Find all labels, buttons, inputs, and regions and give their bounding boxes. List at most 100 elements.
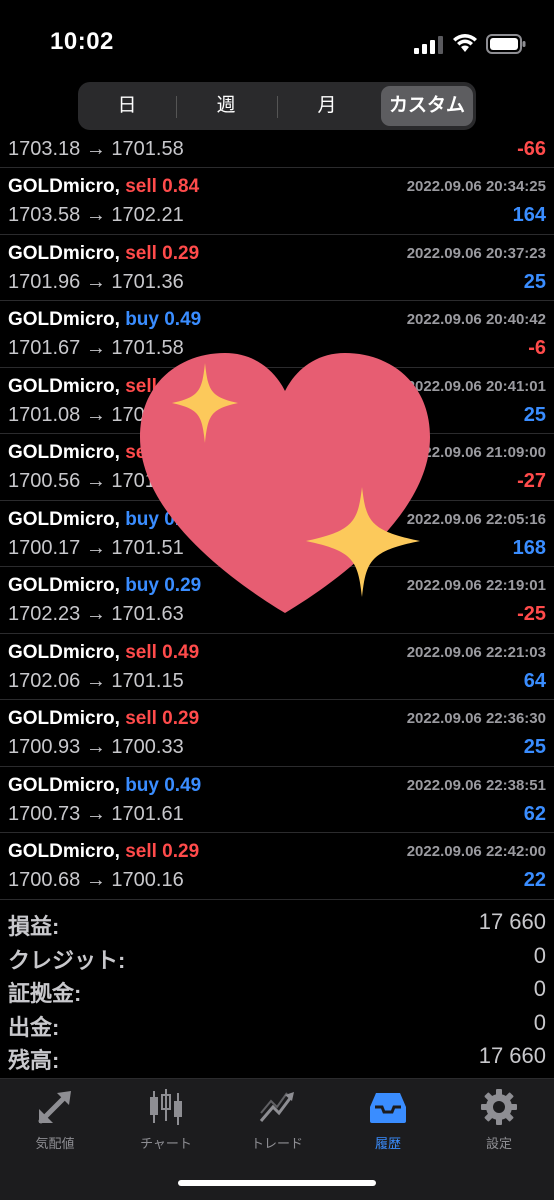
symbol-name: GOLDmicro, [8,774,120,796]
summary-value: 17 660 [478,909,546,934]
summary-label: 損益: [8,914,60,939]
tab-history[interactable]: 履歴 [333,1087,443,1152]
trade-profit: 62 [523,802,546,825]
wifi-icon [453,34,477,52]
history-row[interactable]: 1703.18 → 1701.58 -66 [0,136,554,168]
trade-profit: 168 [512,536,546,559]
symbol-name: GOLDmicro, [8,841,120,862]
symbol-name: GOLDmicro, [8,508,120,530]
tab-trade[interactable]: トレード [222,1087,332,1152]
segment-divider [176,96,177,118]
sparkling-heart-icon [140,353,430,613]
trade-time: 2022.09.06 22:38:51 [406,776,546,794]
trade-profit: 22 [523,869,546,891]
trade-trend-icon [259,1092,294,1122]
trade-time: 2022.09.06 22:36:30 [406,710,546,727]
trade-prices: 1703.58 → 1702.21 [8,204,184,226]
summary-value: 0 [533,1009,546,1035]
segment-custom[interactable]: カスタム [381,86,473,126]
summary-withdrawal: 出金: 0 [0,1006,554,1040]
trade-symbol: GOLDmicro, sell 0.29 [8,708,199,730]
trade-profit: -27 [517,470,546,492]
trade-symbol: GOLDmicro, sell 0.49 [8,642,199,664]
trade-side: buy 0.49 [125,309,202,330]
tab-settings[interactable]: 設定 [444,1087,554,1152]
trade-prices: 1700.73 → 1701.61 [8,802,184,825]
symbol-name: GOLDmicro, [8,309,120,330]
summary-profit: 損益: 17 660 [0,905,554,939]
summary-label: 出金: [8,1014,60,1040]
gear-icon [481,1089,517,1125]
home-indicator [178,1180,376,1186]
summary-label: 残高: [8,1048,60,1073]
symbol-name: GOLDmicro, [8,242,120,264]
history-row[interactable]: GOLDmicro, sell 0.29 2022.09.06 22:42:00 1… [0,833,554,900]
tab-label: 気配値 [35,1136,75,1151]
trade-symbol: GOLDmicro, buy 0.49 [8,309,201,331]
trade-time: 2022.09.06 22:21:03 [406,643,546,661]
status-time: 10:02 [50,28,114,55]
trade-profit: 25 [523,403,546,426]
tab-label: チャート [140,1136,192,1151]
summary-value: 17 660 [478,1043,546,1068]
status-bar: 10:02 [0,0,554,80]
summary-value: 0 [533,976,546,1001]
period-segmented-control: 日 週 月 カスタム [78,82,476,130]
summary-balance: 残高: 17 660 [0,1039,554,1073]
tab-chart[interactable]: チャート [111,1087,221,1152]
segment-month[interactable]: 月 [278,86,376,126]
history-row[interactable]: GOLDmicro, buy 0.49 2022.09.06 22:38:51 17… [0,767,554,833]
trade-time: 2022.09.06 20:40:42 [406,311,546,328]
trade-side: sell 0.29 [125,841,200,862]
tab-quotes[interactable]: 気配値 [0,1087,110,1152]
history-row[interactable]: GOLDmicro, sell 0.84 2022.09.06 20:34:25 1… [0,168,554,235]
tab-label: トレード [250,1136,303,1151]
summary-value: 0 [533,942,546,968]
cellular-signal-icon [414,36,443,54]
trade-symbol: GOLDmicro, sell 0.29 [8,243,199,265]
segment-week[interactable]: 週 [178,86,274,126]
battery-icon [486,34,526,54]
trade-time: 2022.09.06 20:34:25 [406,178,546,195]
symbol-name: GOLDmicro, [8,176,120,197]
trade-prices: 1700.93 → 1700.33 [8,736,184,758]
summary-deposit: 証拠金: 0 [0,972,554,1006]
trade-time: 2022.09.06 20:37:23 [406,244,546,262]
trade-profit: -25 [517,603,546,625]
trade-profit: -6 [528,337,546,359]
tab-label: 設定 [485,1136,512,1151]
history-row[interactable]: GOLDmicro, sell 0.49 2022.09.06 22:21:03 1… [0,634,554,700]
trade-symbol: GOLDmicro, buy 0.49 [8,775,201,797]
symbol-name: GOLDmicro, [8,375,120,397]
trade-profit: 64 [523,669,546,692]
candlestick-chart-icon [150,1089,182,1125]
tab-label: 履歴 [374,1136,401,1151]
trade-side: sell 0.29 [125,708,200,729]
trade-side: sell 0.49 [125,641,200,663]
account-summary: 損益: 17 660 クレジット: 0 証拠金: 0 出金: 0 残高: 17 … [0,905,554,1073]
trade-prices: 1700.68 → 1700.16 [8,869,184,891]
symbol-name: GOLDmicro, [8,442,120,463]
quotes-arrows-icon [38,1091,71,1124]
trade-profit: -66 [517,138,546,160]
symbol-name: GOLDmicro, [8,641,120,663]
history-row[interactable]: GOLDmicro, sell 0.29 2022.09.06 22:36:30 1… [0,700,554,767]
summary-credit: クレジット: 0 [0,939,554,973]
symbol-name: GOLDmicro, [8,708,120,729]
symbol-name: GOLDmicro, [8,575,120,596]
history-row[interactable]: GOLDmicro, sell 0.29 2022.09.06 20:37:23 1… [0,235,554,301]
trade-time: 2022.09.06 22:42:00 [406,843,546,860]
trade-prices: 1701.96 → 1701.36 [8,270,184,293]
trade-side: sell 0.29 [125,242,200,264]
trade-prices: 1702.06 → 1701.15 [8,669,184,692]
summary-label: クレジット: [8,947,126,973]
trade-profit: 164 [512,204,546,226]
trade-profit: 25 [523,736,546,758]
trade-side: buy 0.49 [125,774,202,796]
trade-prices: 1703.18 → 1701.58 [8,138,184,160]
segment-day[interactable]: 日 [82,86,172,126]
summary-label: 証拠金: [8,981,82,1006]
history-inbox-icon [370,1093,406,1123]
trade-symbol: GOLDmicro, sell 0.84 [8,176,199,198]
trade-profit: 25 [523,270,546,293]
